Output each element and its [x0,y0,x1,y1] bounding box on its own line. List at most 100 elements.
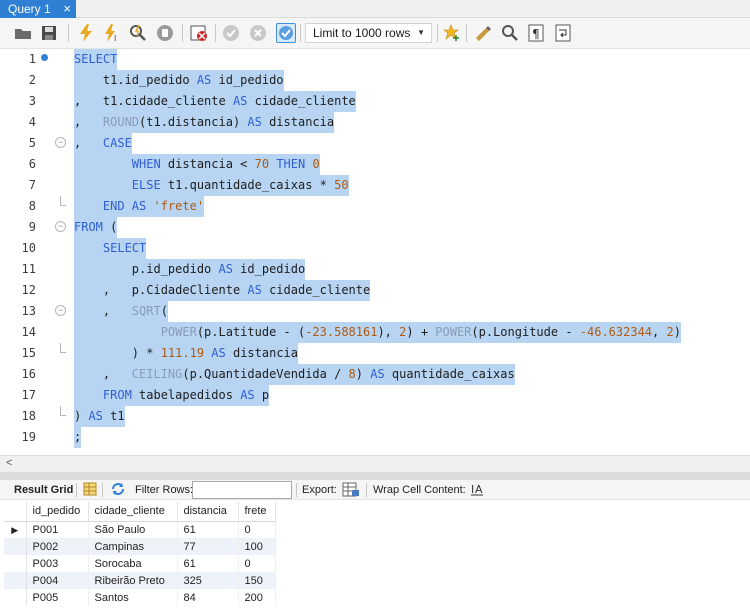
cell[interactable]: Campinas [88,538,178,555]
wrap-cell-icon[interactable]: IA [470,482,484,499]
wrap-lines-icon[interactable] [553,23,573,43]
cell[interactable]: P005 [26,589,89,606]
editor-line: 1 SELECT [0,49,750,70]
cell[interactable]: 84 [177,589,239,606]
filter-rows-input[interactable] [192,481,292,499]
line-number: 10 [21,241,36,255]
column-header[interactable]: cidade_cliente [88,502,178,522]
editor-line: 14 POWER(p.Latitude - (-23.588161), 2) +… [0,322,750,343]
tab-label: Query 1 [8,2,51,16]
code-text: , ROUND(t1.distancia) AS distancia [74,112,335,133]
result-grid[interactable]: id_pedido cidade_cliente distancia frete… [4,502,276,606]
sql-editor[interactable]: 1 SELECT 2 t1.id_pedido AS id_pedido 3 ,… [0,49,750,455]
cell[interactable]: P002 [26,538,89,555]
cell[interactable]: 325 [177,572,239,589]
line-number: 15 [21,346,36,360]
editor-line: 19 ; [0,427,750,448]
cell[interactable]: Sorocaba [88,555,178,572]
cell[interactable]: 0 [238,521,276,538]
line-number: 7 [28,178,36,192]
fold-toggle-icon[interactable]: − [55,137,66,148]
editor-horizontal-scrollbar[interactable]: < [0,455,750,472]
line-number: 5 [28,136,36,150]
fold-end-marker [60,343,66,353]
editor-line: 18 ) AS t1 [0,406,750,427]
code-text: , SQRT( [74,301,168,322]
close-icon[interactable]: × [63,1,71,16]
cell[interactable]: 61 [177,555,239,572]
cell[interactable]: P003 [26,555,89,572]
cell[interactable]: São Paulo [88,521,178,538]
line-number: 13 [21,304,36,318]
cell[interactable]: 0 [238,555,276,572]
invisible-chars-icon[interactable]: ¶ [526,23,546,43]
row-header-corner [4,502,27,522]
fold-end-marker [60,406,66,416]
editor-line: 2 t1.id_pedido AS id_pedido [0,70,750,91]
column-header[interactable]: id_pedido [26,502,89,522]
grid-view-icon[interactable] [83,482,97,499]
header-row: id_pedido cidade_cliente distancia frete [4,502,276,522]
filter-rows-label: Filter Rows: [135,484,194,496]
add-snippet-icon[interactable] [442,23,462,43]
cell[interactable]: 61 [177,521,239,538]
open-file-icon[interactable] [13,23,33,43]
table-row[interactable]: P003 Sorocaba 61 0 [4,555,276,572]
fold-toggle-icon[interactable]: − [55,221,66,232]
code-text: , p.CidadeCliente AS cidade_cliente [74,280,371,301]
autocommit-toggle-icon[interactable] [276,23,296,43]
table-row[interactable]: P002 Campinas 77 100 [4,538,276,555]
code-text: , CEILING(p.QuantidadeVendida / 8) AS qu… [74,364,515,385]
fold-toggle-icon[interactable]: − [55,305,66,316]
column-header[interactable]: frete [238,502,276,522]
cell[interactable]: Ribeirão Preto [88,572,178,589]
cell[interactable]: 150 [238,572,276,589]
table-row[interactable]: P005 Santos 84 200 [4,589,276,606]
execute-icon[interactable] [76,23,96,43]
cell[interactable]: 77 [177,538,239,555]
column-header[interactable]: distancia [177,502,239,522]
commit-icon[interactable] [221,23,241,43]
export-icon[interactable] [342,482,360,500]
export-label: Export: [302,484,337,496]
limit-rows-value: Limit to 1000 rows [313,26,411,40]
execute-current-icon[interactable]: I [102,23,122,43]
refresh-icon[interactable] [110,482,126,499]
row-header [4,555,27,572]
toggle-error-icon[interactable] [189,23,209,43]
cell[interactable]: P004 [26,572,89,589]
code-text: ) * 111.19 AS distancia [74,343,298,364]
result-grid-label[interactable]: Result Grid [14,484,73,496]
code-text: WHEN distancia < 70 THEN 0 [74,154,320,175]
rollback-icon[interactable] [248,23,268,43]
result-toolbar: Result Grid Filter Rows: Export: Wrap Ce… [0,480,750,500]
line-number: 14 [21,325,36,339]
table-row[interactable]: ▶ P001 São Paulo 61 0 [4,521,276,538]
cell[interactable]: Santos [88,589,178,606]
line-number: 1 [28,52,36,66]
stop-icon[interactable] [155,23,175,43]
limit-rows-select[interactable]: Limit to 1000 rows ▼ [305,23,432,43]
scroll-left-icon[interactable]: < [6,457,12,469]
line-number: 2 [28,73,36,87]
tab-query-1[interactable]: Query 1 × [0,0,76,18]
cell[interactable]: 200 [238,589,276,606]
table-row[interactable]: P004 Ribeirão Preto 325 150 [4,572,276,589]
editor-line: 15 ) * 111.19 AS distancia [0,343,750,364]
code-text: SELECT [74,49,118,70]
splitter[interactable] [0,472,750,480]
code-text: t1.id_pedido AS id_pedido [74,70,284,91]
code-text: FROM ( [74,217,118,238]
line-number: 12 [21,283,36,297]
save-icon[interactable] [39,23,59,43]
cell[interactable]: P001 [26,521,89,538]
code-text: ; [74,427,82,448]
editor-line: 6 WHEN distancia < 70 THEN 0 [0,154,750,175]
beautify-icon[interactable] [473,23,493,43]
editor-line: 8 END AS 'frete' [0,196,750,217]
line-number: 8 [28,199,36,213]
explain-icon[interactable] [128,23,148,43]
cell[interactable]: 100 [238,538,276,555]
find-icon[interactable] [500,23,520,43]
line-number: 4 [28,115,36,129]
